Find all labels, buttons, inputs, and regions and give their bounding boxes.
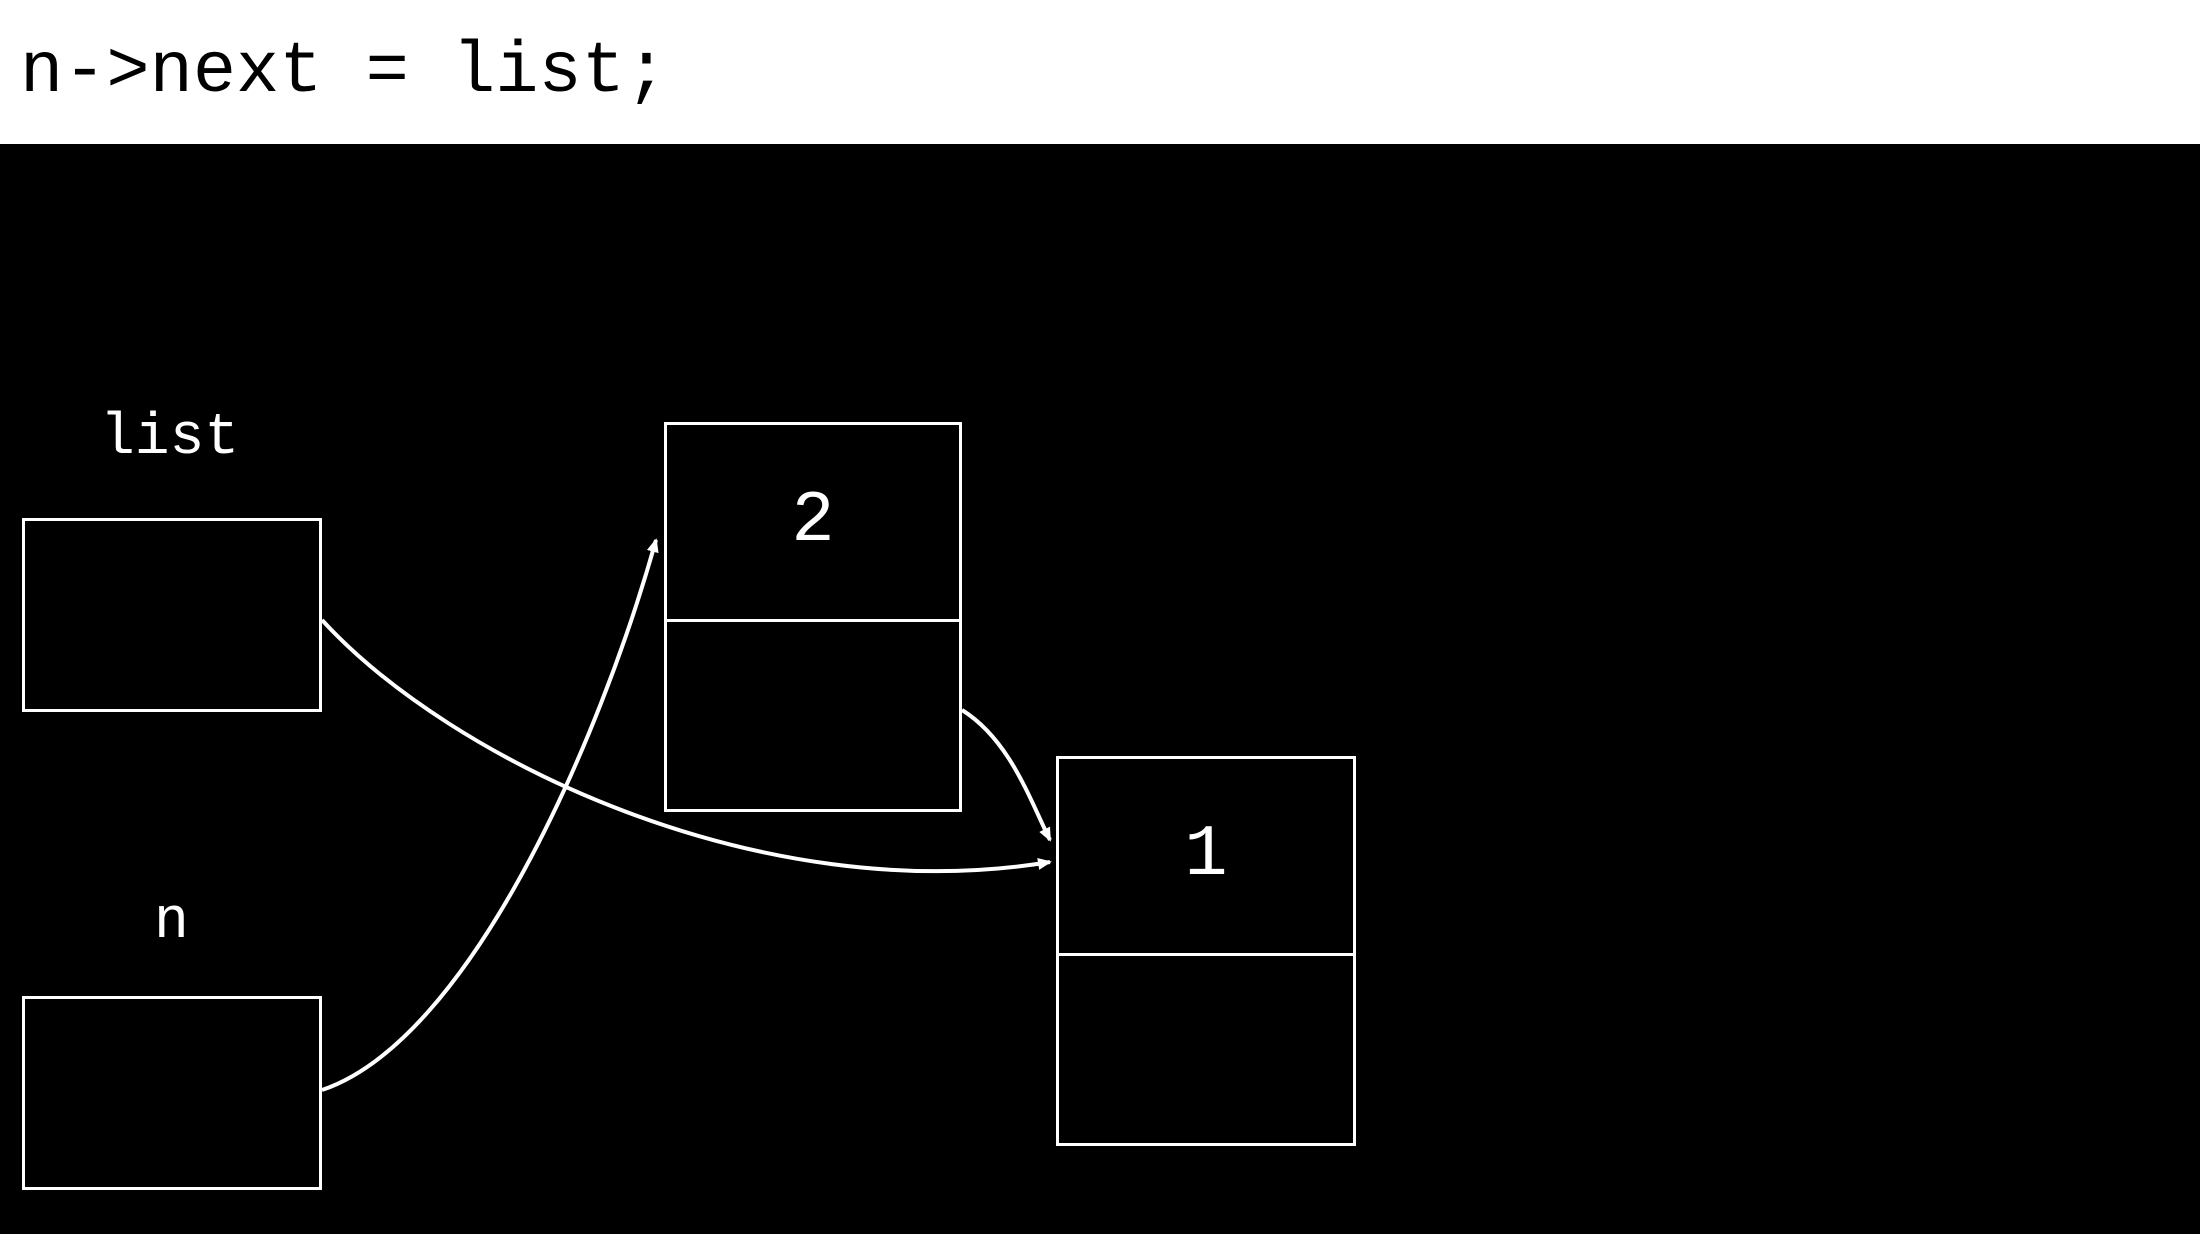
code-line: n->next = list; (0, 0, 2200, 144)
n-label: n (154, 890, 189, 955)
n-pointer-box (22, 996, 322, 1190)
node-1-divider (1059, 953, 1353, 956)
node-2-value: 2 (667, 480, 959, 562)
list-label: list (100, 406, 239, 471)
node-1-box: 1 (1056, 756, 1356, 1146)
arrow-node2-to-node1 (962, 710, 1050, 840)
node-2-divider (667, 619, 959, 622)
node-2-box: 2 (664, 422, 962, 812)
list-pointer-box (22, 518, 322, 712)
arrow-n-to-node2 (322, 540, 656, 1090)
node-1-value: 1 (1059, 814, 1353, 896)
